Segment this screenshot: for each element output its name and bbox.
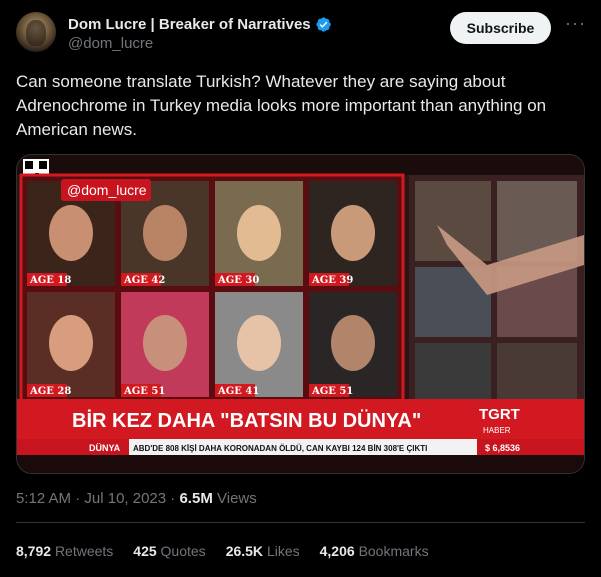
age-label: AGE 30 xyxy=(217,275,259,286)
author-name-row[interactable]: Dom Lucre | Breaker of Narratives xyxy=(68,14,332,34)
retweets-label: Retweets xyxy=(54,543,114,559)
engagement-stats: 8,792 Retweets 425 Quotes 26.5K Likes 4,… xyxy=(16,543,449,559)
more-options-icon[interactable]: ··· xyxy=(565,14,585,38)
age-label: AGE 51 xyxy=(123,386,165,397)
bookmarks-label: Bookmarks xyxy=(358,543,429,559)
likes-label: Likes xyxy=(266,543,300,559)
age-label: AGE 28 xyxy=(29,386,71,397)
subscribe-button[interactable]: Subscribe xyxy=(450,12,551,44)
age-label: AGE 51 xyxy=(311,386,353,397)
age-label: AGE 42 xyxy=(123,275,165,286)
author-name[interactable]: Dom Lucre | Breaker of Narratives xyxy=(68,16,311,33)
retweets-stat[interactable]: 8,792 Retweets xyxy=(16,543,113,559)
tweet-media[interactable]: AGE 18 AGE 42 AGE 30 AGE 39 AGE 28 AGE 5… xyxy=(16,154,585,474)
quotes-stat[interactable]: 425 Quotes xyxy=(133,543,205,559)
views-label: Views xyxy=(217,490,257,507)
media-watermark: @dom_lucre xyxy=(67,182,147,198)
tweet-time[interactable]: 5:12 AM xyxy=(16,490,71,507)
views-count: 6.5M xyxy=(179,490,213,507)
quotes-count: 425 xyxy=(133,543,157,559)
tweet-text: Can someone translate Turkish? Whatever … xyxy=(16,72,547,139)
tweet-meta: 5:12 AM · Jul 10, 2023 · 6.5M Views xyxy=(16,490,257,507)
age-label: AGE 39 xyxy=(311,275,353,286)
ticker-section: DÜNYA xyxy=(89,443,121,453)
divider xyxy=(16,522,585,523)
ticker-text: ABD'DE 808 KİŞİ DAHA KORONADAN ÖLDÜ, CAN… xyxy=(133,444,427,453)
age-label: AGE 18 xyxy=(29,275,71,286)
verified-badge-icon xyxy=(316,16,331,32)
retweets-count: 8,792 xyxy=(16,543,52,559)
meta-separator: · xyxy=(75,490,81,507)
tweet-date[interactable]: Jul 10, 2023 xyxy=(84,490,166,507)
media-image: AGE 18 AGE 42 AGE 30 AGE 39 AGE 28 AGE 5… xyxy=(17,155,584,473)
author-handle[interactable]: @dom_lucre xyxy=(68,35,153,52)
likes-stat[interactable]: 26.5K Likes xyxy=(226,543,300,559)
avatar[interactable] xyxy=(16,12,56,52)
bookmarks-count: 4,206 xyxy=(319,543,355,559)
meta-separator: · xyxy=(170,490,176,507)
bookmarks-stat[interactable]: 4,206 Bookmarks xyxy=(320,543,429,559)
channel-sub: HABER xyxy=(483,426,511,435)
channel-logo: TGRT xyxy=(479,406,520,423)
quotes-label: Quotes xyxy=(160,543,206,559)
ticker-value: $ 6,8536 xyxy=(485,443,520,453)
tweet-header: Dom Lucre | Breaker of Narratives @dom_l… xyxy=(16,12,585,54)
likes-count: 26.5K xyxy=(225,543,264,559)
news-headline: BİR KEZ DAHA "BATSIN BU DÜNYA" xyxy=(72,409,421,432)
age-label: AGE 41 xyxy=(217,386,259,397)
